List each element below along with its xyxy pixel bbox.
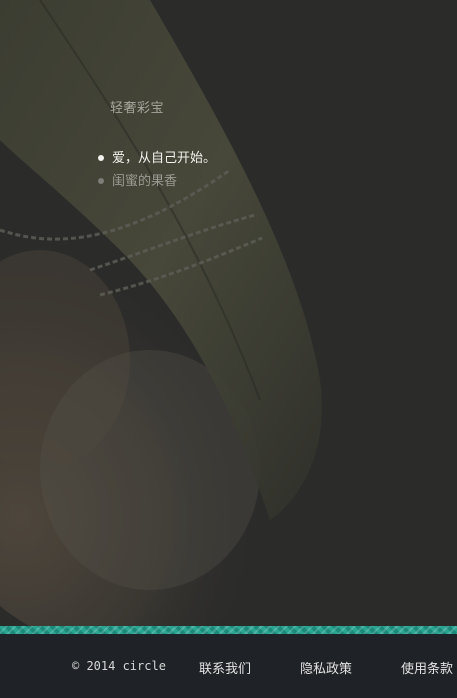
bullet-icon: [98, 155, 104, 161]
privacy-policy-link[interactable]: 隐私政策: [300, 658, 352, 677]
collection-menu: 爱，从自己开始。 闺蜜的果香: [98, 149, 216, 195]
menu-item-label: 爱，从自己开始。: [112, 151, 217, 166]
footer-pattern-stripe: [0, 626, 457, 634]
footer: © 2014 circle 联系我们 隐私政策 使用条款: [0, 634, 457, 698]
hero-image: [0, 0, 457, 628]
brand-title: 轻奢彩宝: [110, 101, 165, 116]
menu-item-love-yourself[interactable]: 爱，从自己开始。: [98, 149, 216, 172]
contact-us-link[interactable]: 联系我们: [199, 658, 251, 677]
menu-item-label: 闺蜜的果香: [112, 174, 178, 189]
copyright-text: © 2014 circle: [72, 659, 166, 673]
menu-item-bestie-fruit[interactable]: 闺蜜的果香: [98, 172, 216, 195]
terms-of-use-link[interactable]: 使用条款: [401, 658, 453, 677]
bullet-icon: [98, 178, 104, 184]
leaf-jewelry-photo: [0, 0, 457, 628]
